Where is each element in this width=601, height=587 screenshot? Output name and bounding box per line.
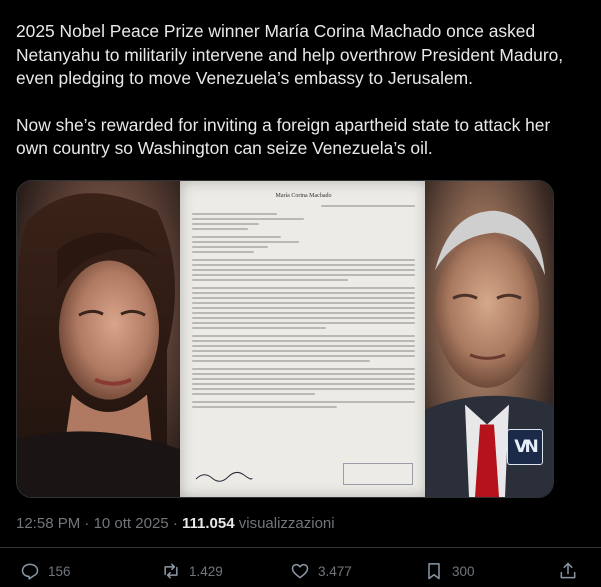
- like-count: 3.477: [318, 563, 352, 579]
- post-paragraph-2: Now she’s rewarded for inviting a foreig…: [16, 114, 551, 159]
- portrait-left-photo: [17, 181, 180, 497]
- document-heading: María Corina Machado: [275, 193, 332, 199]
- repost-icon: [164, 563, 178, 579]
- post-text: 2025 Nobel Peace Prize winner María Cori…: [16, 20, 586, 161]
- post-date[interactable]: 10 ott 2025: [94, 515, 169, 532]
- news-logo-badge: VN: [507, 429, 543, 465]
- views-label: visualizzazioni: [238, 515, 335, 532]
- share-button[interactable]: [558, 561, 578, 581]
- bookmark-button[interactable]: 300: [424, 561, 475, 581]
- views-count: 111.054: [181, 515, 235, 532]
- post-media-image[interactable]: María Corina Machado VN: [16, 180, 554, 498]
- meta-separator-2: ·: [172, 515, 178, 532]
- meta-separator: ·: [84, 515, 90, 532]
- share-icon: [560, 562, 576, 579]
- signature-mark: [195, 471, 253, 482]
- like-button[interactable]: 3.477: [290, 561, 352, 581]
- repost-button[interactable]: 1.429: [161, 561, 223, 581]
- bookmark-count: 300: [452, 563, 475, 579]
- letter-document: María Corina Machado: [180, 181, 427, 497]
- repost-count: 1.429: [189, 563, 223, 579]
- post-meta: 12:58 PM · 10 ott 2025 · 111.054 visuali…: [16, 515, 335, 532]
- received-stamp: [343, 463, 413, 485]
- woman-portrait-illustration: [17, 193, 180, 497]
- post-time[interactable]: 12:58 PM: [16, 515, 80, 532]
- post-paragraph-1: 2025 Nobel Peace Prize winner María Cori…: [16, 21, 564, 88]
- reply-count: 156: [48, 563, 71, 579]
- divider: [0, 547, 601, 548]
- heart-icon: [291, 563, 309, 579]
- bookmark-icon: [428, 563, 440, 580]
- action-bar: 156 1.429 3.477 300: [0, 561, 601, 587]
- reply-button[interactable]: 156: [20, 561, 71, 581]
- reply-icon: [21, 563, 39, 580]
